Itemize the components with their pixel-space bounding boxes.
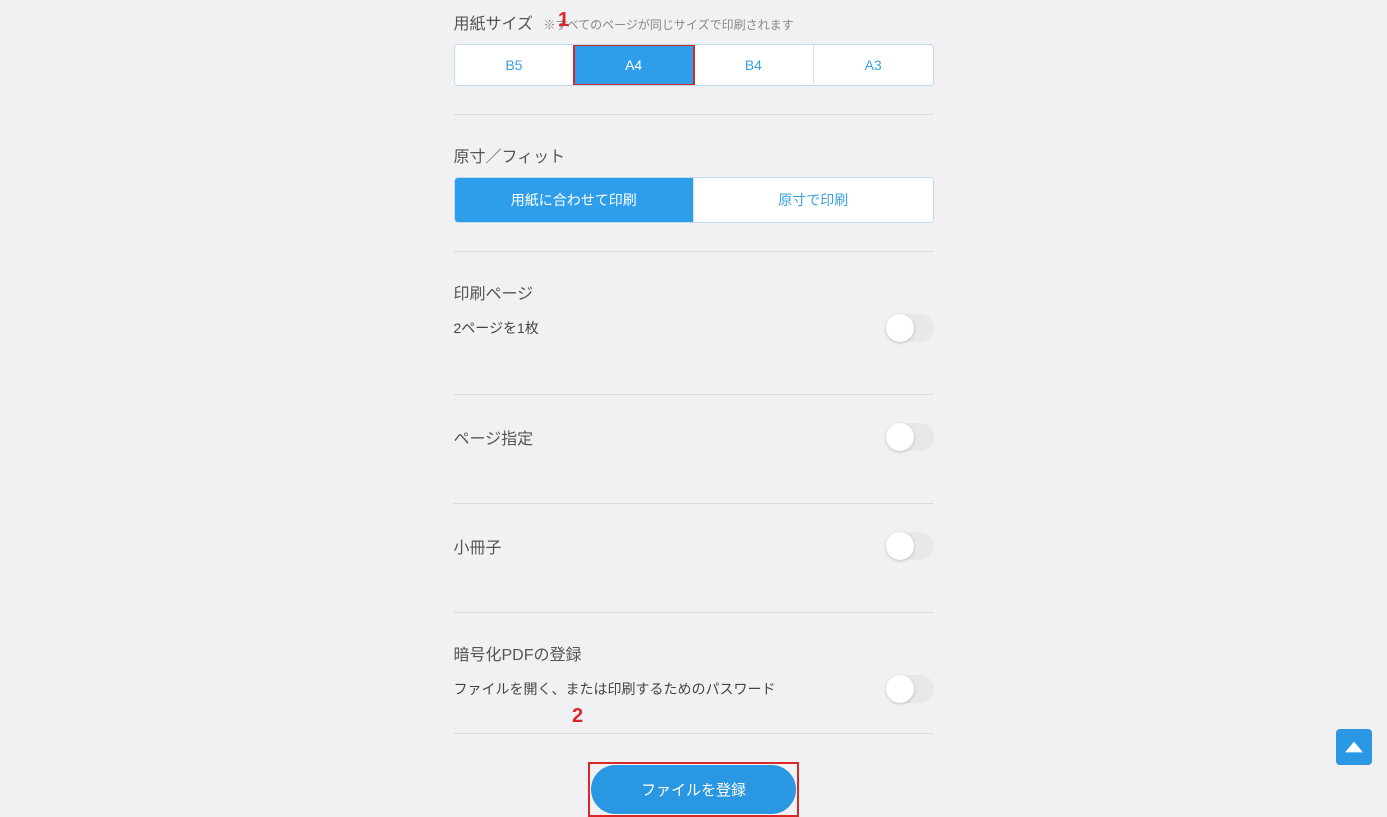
two-per-page-toggle[interactable] (886, 314, 934, 342)
divider (454, 503, 934, 504)
scroll-top-button[interactable] (1336, 729, 1372, 765)
encrypted-pdf-label: ファイルを開く、または印刷するためのパスワード (454, 679, 776, 699)
paper-size-title: 用紙サイズ (454, 16, 534, 33)
paper-size-a3[interactable]: A3 (814, 45, 933, 85)
paper-size-a4[interactable]: A4 (574, 45, 694, 85)
divider (454, 251, 934, 252)
register-button-highlight: ファイルを登録 (588, 762, 799, 817)
divider (454, 114, 934, 115)
fit-to-paper-button[interactable]: 用紙に合わせて印刷 (455, 178, 695, 222)
encrypted-pdf-toggle[interactable] (886, 675, 934, 703)
page-spec-toggle[interactable] (886, 423, 934, 451)
annotation-1: 1 (558, 9, 569, 32)
booklet-title: 小冊子 (454, 534, 502, 558)
register-file-button[interactable]: ファイルを登録 (591, 765, 796, 814)
divider (454, 394, 934, 395)
paper-size-b5[interactable]: B5 (455, 45, 575, 85)
toggle-knob (886, 675, 914, 703)
print-original-button[interactable]: 原寸で印刷 (694, 178, 933, 222)
booklet-toggle[interactable] (886, 532, 934, 560)
fit-mode-group: 用紙に合わせて印刷 原寸で印刷 (454, 177, 934, 223)
paper-size-note: ※すべてのページが同じサイズで印刷されます (543, 18, 793, 32)
paper-size-b4[interactable]: B4 (694, 45, 814, 85)
divider (454, 733, 934, 734)
two-per-page-label: 2ページを1枚 (454, 318, 539, 338)
toggle-knob (886, 532, 914, 560)
encrypted-pdf-title: 暗号化PDFの登録 (454, 647, 582, 664)
annotation-2: 2 (572, 705, 583, 728)
fit-mode-title: 原寸／フィット (454, 149, 566, 166)
divider (454, 612, 934, 613)
toggle-knob (886, 423, 914, 451)
toggle-knob (886, 314, 914, 342)
chevron-up-icon (1345, 741, 1363, 753)
page-spec-title: ページ指定 (454, 425, 534, 449)
paper-size-group: B5 A4 B4 A3 (454, 44, 934, 86)
print-pages-title: 印刷ページ (454, 286, 534, 303)
